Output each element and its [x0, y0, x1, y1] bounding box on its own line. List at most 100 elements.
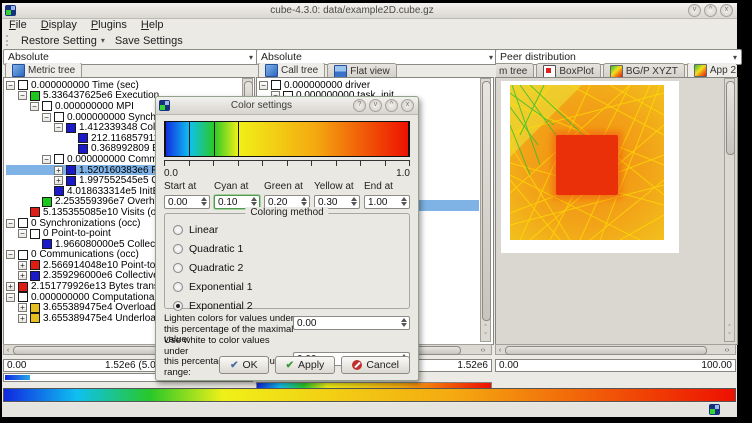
collapse-icon[interactable]: − [6, 219, 15, 228]
end-at-spinbox[interactable]: 1.00 [364, 195, 410, 209]
radio-icon[interactable] [173, 282, 183, 292]
save-settings-button[interactable]: Save Settings [110, 35, 188, 47]
help-icon[interactable]: ? [353, 99, 366, 112]
expand-icon[interactable]: + [18, 303, 27, 312]
collapse-icon[interactable]: − [54, 123, 63, 132]
method-option-quadratic-1[interactable]: Quadratic 1 [165, 239, 409, 258]
call-mode-value: Absolute [261, 51, 302, 63]
radio-icon[interactable] [173, 225, 183, 235]
chevron-down-icon: ▾ [249, 53, 253, 62]
ok-button[interactable]: ✔OK [219, 356, 269, 374]
method-option-exponential-1[interactable]: Exponential 1 [165, 277, 409, 296]
button-label: Cancel [366, 359, 399, 371]
tab-m-tree[interactable]: m tree [496, 63, 534, 78]
scroll-down-icon[interactable]: ˇ [481, 333, 490, 340]
scale-ruler [164, 160, 410, 167]
scroll-down-icon[interactable]: ˇ [725, 333, 734, 340]
spin-up-icon[interactable] [351, 197, 357, 201]
tree-row-label: 2.359296000e6 Collective [43, 270, 159, 281]
menu-item-file[interactable]: File [2, 18, 34, 33]
spin-up-icon[interactable] [401, 197, 407, 201]
threshold-field: Cyan at0.10 [214, 181, 260, 209]
spin-down-icon[interactable] [301, 202, 307, 206]
scroll-left-icon[interactable]: ‹ [496, 347, 504, 354]
yellow-marker[interactable] [238, 122, 239, 156]
spin-down-icon[interactable] [401, 202, 407, 206]
scale-min-label: 0.0 [164, 168, 178, 179]
spin-down-icon[interactable] [251, 202, 257, 206]
start-at-spinbox[interactable]: 0.00 [164, 195, 210, 209]
menu-item-display[interactable]: Display [34, 18, 84, 33]
scroll-left-icon[interactable]: ‹ [4, 347, 12, 354]
collapse-icon[interactable]: − [18, 229, 27, 238]
title-bar[interactable]: cube-4.3.0: data/example2D.cube.gz v ^ x [2, 3, 737, 19]
call-vscrollbar[interactable]: ˆ ˇ [480, 78, 491, 342]
collapse-icon[interactable]: − [42, 113, 51, 122]
shade-icon[interactable]: v [369, 99, 382, 112]
close-icon[interactable]: x [401, 99, 414, 112]
system-vscrollbar[interactable]: ˆ ˇ [724, 78, 735, 342]
scroll-right-icon[interactable]: ‹› [476, 347, 490, 354]
toolbar-handle[interactable] [6, 35, 12, 46]
method-option-linear[interactable]: Linear [165, 220, 409, 239]
coloring-method-options: LinearQuadratic 1Quadratic 2Exponential … [165, 214, 409, 315]
collapse-icon[interactable]: − [6, 293, 15, 302]
system-hscrollbar[interactable]: ‹ ‹› [495, 344, 736, 355]
maximize-icon[interactable]: ^ [704, 4, 717, 17]
apply-button[interactable]: ✔Apply [275, 356, 336, 374]
tree-row[interactable]: −0.000000000 driver [259, 80, 493, 91]
radio-icon[interactable] [173, 263, 183, 273]
cancel-button[interactable]: Cancel [341, 356, 410, 374]
green-marker[interactable] [214, 122, 215, 156]
spin-down-icon[interactable] [401, 323, 407, 327]
collapse-icon[interactable]: − [259, 81, 268, 90]
spin-down-icon[interactable] [351, 202, 357, 206]
collapse-icon[interactable]: − [6, 250, 15, 259]
scroll-up-icon[interactable]: ˆ [725, 325, 734, 332]
close-icon[interactable]: x [720, 4, 733, 17]
expand-icon[interactable]: + [18, 271, 27, 280]
scroll-up-icon[interactable]: ˆ [481, 325, 490, 332]
call-max-value: 1.52e6 [457, 360, 491, 371]
cyan-marker[interactable] [189, 122, 190, 156]
tab-metric-tree[interactable]: Metric tree [5, 63, 82, 78]
collapse-icon[interactable]: − [18, 91, 27, 100]
tab-flat-view[interactable]: Flat view [327, 63, 396, 78]
menu-item-plugins[interactable]: Plugins [84, 18, 134, 33]
spin-up-icon[interactable] [201, 197, 207, 201]
collapse-icon[interactable]: − [30, 102, 39, 111]
spin-up-icon[interactable] [301, 197, 307, 201]
tab-call-tree[interactable]: Call tree [258, 63, 325, 78]
scrollbar-thumb[interactable] [505, 346, 707, 355]
tab-bg-p-xyzt[interactable]: BG/P XYZT [603, 63, 685, 78]
scroll-right-icon[interactable]: ‹› [720, 347, 734, 354]
lighten-spinbox[interactable]: 0.00 [293, 316, 410, 330]
tree-row[interactable]: −0.000000000 Time (sec) [6, 80, 254, 91]
tab-boxplot[interactable]: BoxPlot [536, 63, 600, 78]
restore-setting-button[interactable]: Restore Setting ▾ [16, 35, 110, 47]
expand-icon[interactable]: + [54, 166, 63, 175]
radio-icon[interactable] [173, 301, 183, 311]
menu-item-help[interactable]: Help [134, 18, 171, 33]
metric-color-box [42, 239, 52, 249]
expand-icon[interactable]: + [18, 261, 27, 270]
tab-app-256x256[interactable]: App 256x256 [687, 63, 736, 78]
expand-icon[interactable]: + [18, 314, 27, 323]
scrollbar-thumb[interactable] [482, 81, 491, 321]
expand-icon[interactable]: + [54, 176, 63, 185]
heatmap-image[interactable] [510, 85, 664, 240]
scrollbar-thumb[interactable] [726, 81, 735, 155]
collapse-icon[interactable]: − [6, 81, 15, 90]
maximize-icon[interactable]: ^ [385, 99, 398, 112]
spin-up-icon[interactable] [401, 318, 407, 322]
metric-color-box [18, 80, 28, 90]
minimize-icon[interactable]: v [688, 4, 701, 17]
cube-logo-icon[interactable] [709, 404, 720, 415]
method-option-quadratic-2[interactable]: Quadratic 2 [165, 258, 409, 277]
spin-down-icon[interactable] [201, 202, 207, 206]
collapse-icon[interactable]: − [42, 155, 51, 164]
radio-icon[interactable] [173, 244, 183, 254]
dialog-title-bar[interactable]: Color settings ? v ^ x [156, 97, 418, 115]
expand-icon[interactable]: + [6, 282, 15, 291]
spin-up-icon[interactable] [251, 197, 257, 201]
